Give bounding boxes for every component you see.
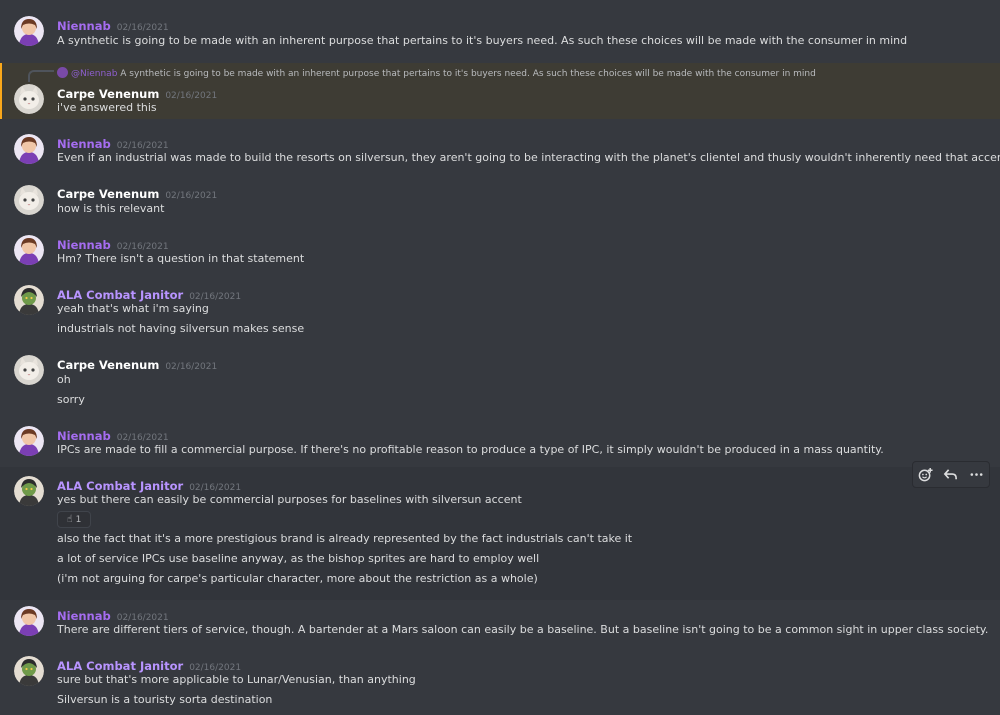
message-timestamp: 02/16/2021 <box>165 91 218 101</box>
avatar-carpe[interactable] <box>14 185 44 215</box>
reply-icon[interactable] <box>940 464 962 486</box>
message-timestamp: 02/16/2021 <box>165 191 218 201</box>
reaction-count: 1 <box>75 514 82 525</box>
avatar-niennab[interactable] <box>14 426 44 456</box>
message-text: yeah that's what i'm saying <box>57 302 209 315</box>
message-text: also the fact that it's a more prestigio… <box>57 532 633 545</box>
message-text: IPCs are made to fill a commercial purpo… <box>57 443 884 456</box>
chat-log: Niennab 02/16/2021 A synthetic is going t… <box>0 0 1000 715</box>
message-text: sure but that's more applicable to Lunar… <box>57 673 416 686</box>
reply-text: A synthetic is going to be made with an … <box>120 69 816 79</box>
message-author[interactable]: Niennab <box>57 137 111 151</box>
message-action-toolbar <box>912 461 990 488</box>
reply-author[interactable]: @Niennab <box>71 69 117 79</box>
message-text: Silversun is a touristy sorta destinatio… <box>57 693 273 706</box>
message-text: yes but there can easily be commercial p… <box>57 493 522 506</box>
reply-spine <box>28 70 54 82</box>
message-timestamp: 02/16/2021 <box>165 362 218 372</box>
message-author[interactable]: ALA Combat Janitor <box>57 288 183 302</box>
message-author[interactable]: Carpe Venenum <box>57 187 159 201</box>
message-author[interactable]: Carpe Venenum <box>57 87 159 101</box>
message-author[interactable]: ALA Combat Janitor <box>57 659 183 673</box>
avatar-carpe[interactable] <box>14 355 44 385</box>
message-text: industrials not having silversun makes s… <box>57 322 305 335</box>
avatar-ala[interactable] <box>14 656 44 686</box>
avatar-ala[interactable] <box>14 285 44 315</box>
add-reaction-icon[interactable] <box>915 464 937 486</box>
avatar-niennab[interactable] <box>14 606 44 636</box>
message-text: oh <box>57 373 71 386</box>
message-text: (i'm not arguing for carpe's particular … <box>57 572 538 585</box>
message-author[interactable]: Niennab <box>57 19 111 33</box>
reply-reference[interactable]: @Niennab A synthetic is going to be made… <box>57 67 816 80</box>
message-author[interactable]: Niennab <box>57 238 111 252</box>
message-text: There are different tiers of service, th… <box>57 623 989 636</box>
message-text: i've answered this <box>57 101 157 114</box>
message-text: how is this relevant <box>57 202 165 215</box>
message-author[interactable]: Carpe Venenum <box>57 358 159 372</box>
avatar-ala[interactable] <box>14 476 44 506</box>
message-author[interactable]: Niennab <box>57 609 111 623</box>
message-timestamp: 02/16/2021 <box>116 23 169 33</box>
message-author[interactable]: ALA Combat Janitor <box>57 479 183 493</box>
message-text: a lot of service IPCs use baseline anywa… <box>57 552 540 565</box>
more-icon[interactable] <box>965 464 987 486</box>
reaction-button[interactable]: ☝ 1 <box>57 511 91 528</box>
avatar-carpe[interactable] <box>14 84 44 114</box>
message-text: A synthetic is going to be made with an … <box>57 34 908 47</box>
message-author[interactable]: Niennab <box>57 429 111 443</box>
point-up-emoji: ☝ <box>66 513 73 525</box>
message-text: Even if an industrial was made to build … <box>57 151 1000 164</box>
message-text: Hm? There isn't a question in that state… <box>57 252 305 265</box>
avatar-niennab[interactable] <box>14 16 44 46</box>
reply-avatar <box>57 67 68 78</box>
message-text: sorry <box>57 393 85 406</box>
avatar-niennab[interactable] <box>14 235 44 265</box>
avatar-niennab[interactable] <box>14 134 44 164</box>
